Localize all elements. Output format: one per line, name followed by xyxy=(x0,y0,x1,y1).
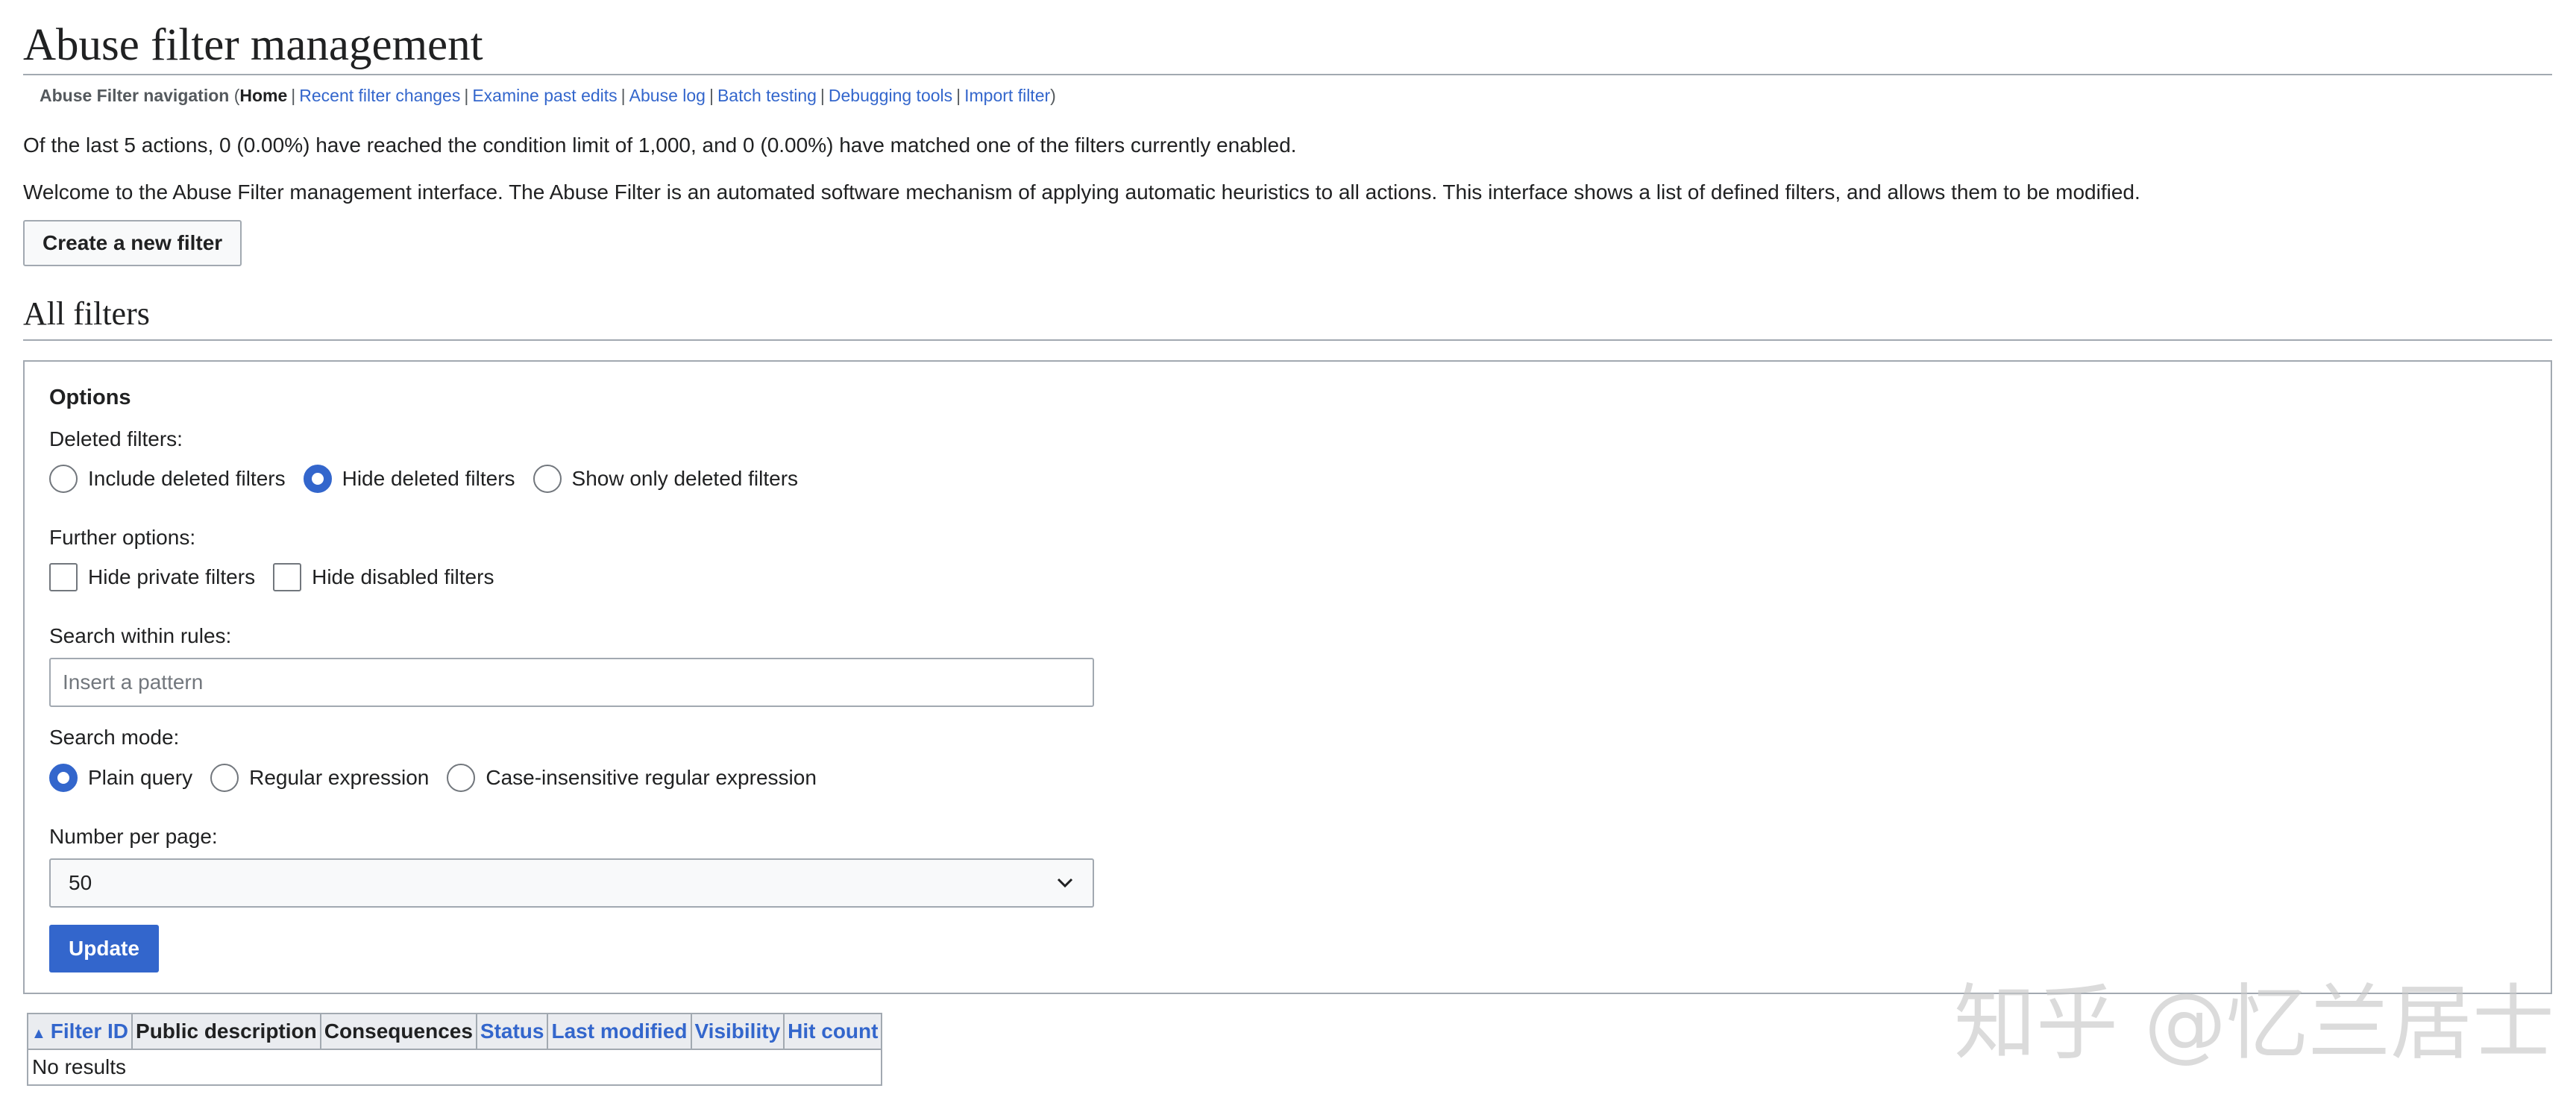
radio-include-deleted[interactable] xyxy=(49,465,78,493)
column-filter-id-label: Filter ID xyxy=(50,1019,129,1043)
nav-label: Abuse Filter navigation xyxy=(40,86,230,105)
table-row: No results xyxy=(26,1049,883,1086)
search-rules-label: Search within rules: xyxy=(49,624,232,647)
nav-link-debugging-tools[interactable]: Debugging tools xyxy=(829,86,952,105)
nav-separator: | xyxy=(820,86,825,105)
search-mode-label: Search mode: xyxy=(49,726,180,749)
radio-regular-expression[interactable] xyxy=(210,764,239,792)
nav-item-home: Home xyxy=(239,86,288,105)
nav-link-abuse-log[interactable]: Abuse log xyxy=(629,86,706,105)
sort-ascending-icon: ▲ xyxy=(31,1025,46,1042)
chevron-down-icon xyxy=(1055,860,1075,923)
filters-table: ▲ Filter ID Public description Consequenc… xyxy=(26,1013,883,1086)
intro-text: Welcome to the Abuse Filter management i… xyxy=(23,180,2140,204)
abuse-filter-nav: Abuse Filter navigation (Home | Recent fil… xyxy=(40,86,2552,106)
column-status[interactable]: Status xyxy=(475,1013,549,1050)
radio-show-only-deleted-label[interactable]: Show only deleted filters xyxy=(572,467,799,491)
options-legend: Options xyxy=(49,386,131,409)
column-filter-id[interactable]: ▲ Filter ID xyxy=(26,1013,133,1050)
nav-link-examine-past-edits[interactable]: Examine past edits xyxy=(472,86,617,105)
radio-include-deleted-label[interactable]: Include deleted filters xyxy=(88,467,286,491)
nav-separator: | xyxy=(621,86,626,105)
radio-hide-deleted[interactable] xyxy=(303,465,332,493)
radio-regular-expression-label[interactable]: Regular expression xyxy=(249,766,429,790)
update-button[interactable]: Update xyxy=(49,925,159,972)
further-options-label: Further options: xyxy=(49,526,196,549)
section-title: All filters xyxy=(23,298,2552,341)
page-title: Abuse filter management xyxy=(23,0,2552,75)
nav-separator: | xyxy=(291,86,296,105)
page-content: Abuse filter management Abuse Filter nav… xyxy=(23,0,2552,1086)
stats-text: Of the last 5 actions, 0 (0.00%) have re… xyxy=(23,133,1297,157)
column-consequences: Consequences xyxy=(319,1013,477,1050)
watermark: 知乎 @忆兰居士 xyxy=(1954,975,2554,1071)
per-page-select[interactable]: 50 xyxy=(49,858,1094,908)
radio-show-only-deleted[interactable] xyxy=(533,465,562,493)
per-page-value: 50 xyxy=(69,871,92,894)
nav-link-batch-testing[interactable]: Batch testing xyxy=(717,86,817,105)
column-public-description: Public description xyxy=(131,1013,321,1050)
table-header-row: ▲ Filter ID Public description Consequenc… xyxy=(26,1013,883,1050)
further-options-checkbox-group: Hide private filters Hide disabled filte… xyxy=(49,563,494,591)
nav-link-import-filter[interactable]: Import filter xyxy=(964,86,1050,105)
column-last-modified[interactable]: Last modified xyxy=(547,1013,692,1050)
options-fieldset: Options Deleted filters: Include deleted… xyxy=(23,360,2552,994)
no-results-cell: No results xyxy=(26,1049,883,1086)
search-rules-input[interactable]: Insert a pattern xyxy=(49,658,1094,707)
search-mode-radio-group: Plain query Regular expression Case-inse… xyxy=(49,764,817,792)
per-page-label: Number per page: xyxy=(49,825,218,848)
radio-case-insensitive-regex-label[interactable]: Case-insensitive regular expression xyxy=(486,766,817,790)
nav-separator: | xyxy=(464,86,469,105)
nav-separator: | xyxy=(709,86,714,105)
checkbox-hide-disabled-label[interactable]: Hide disabled filters xyxy=(312,565,494,589)
column-hit-count[interactable]: Hit count xyxy=(783,1013,883,1050)
deleted-filters-label: Deleted filters: xyxy=(49,427,183,450)
create-new-filter-button[interactable]: Create a new filter xyxy=(23,220,242,266)
radio-hide-deleted-label[interactable]: Hide deleted filters xyxy=(342,467,515,491)
checkbox-hide-private-label[interactable]: Hide private filters xyxy=(88,565,255,589)
nav-link-recent-filter-changes[interactable]: Recent filter changes xyxy=(299,86,460,105)
nav-separator: | xyxy=(956,86,961,105)
radio-plain-query[interactable] xyxy=(49,764,78,792)
checkbox-hide-disabled[interactable] xyxy=(273,563,302,591)
nav-close-paren: ) xyxy=(1050,86,1056,105)
checkbox-hide-private[interactable] xyxy=(49,563,78,591)
radio-case-insensitive-regex[interactable] xyxy=(447,764,476,792)
column-visibility[interactable]: Visibility xyxy=(690,1013,785,1050)
deleted-filters-radio-group: Include deleted filters Hide deleted fil… xyxy=(49,465,798,493)
radio-plain-query-label[interactable]: Plain query xyxy=(88,766,192,790)
